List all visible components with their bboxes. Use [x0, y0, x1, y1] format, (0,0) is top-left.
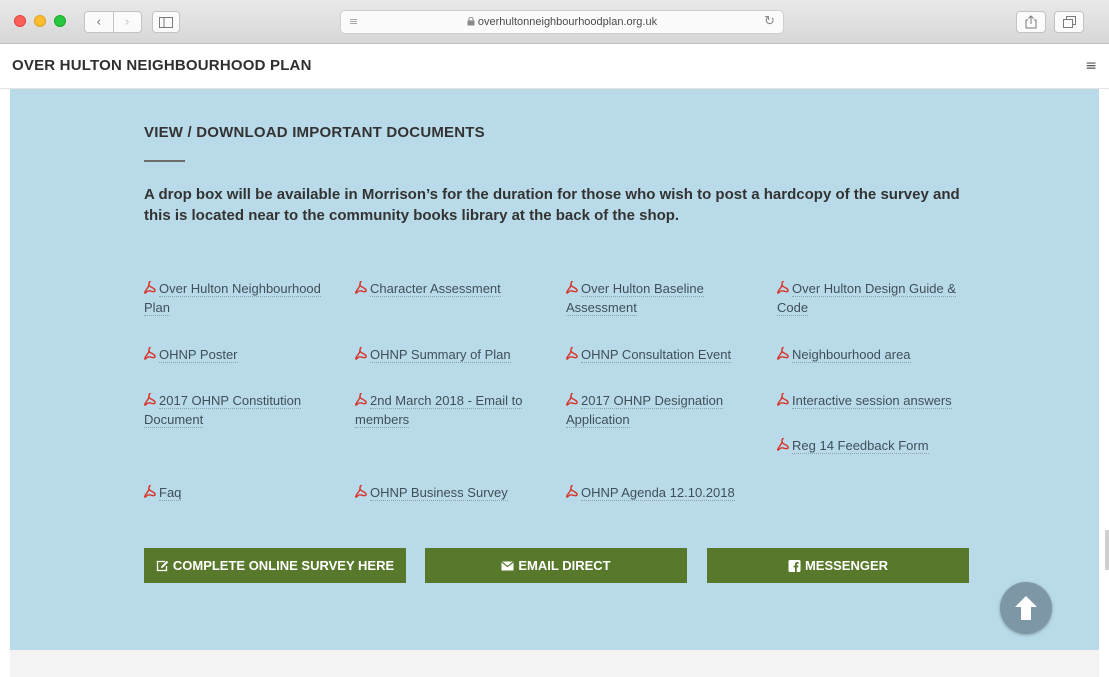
document-label: Neighbourhood area	[792, 347, 911, 363]
site-header: OVER HULTON NEIGHBOURHOOD PLAN ≡	[0, 44, 1109, 89]
pdf-icon	[144, 281, 156, 294]
pdf-icon	[355, 347, 367, 360]
heading-divider	[144, 160, 185, 162]
forward-button[interactable]: ›	[112, 12, 142, 32]
email-direct-label: EMAIL DIRECT	[518, 558, 611, 573]
documents-section: VIEW / DOWNLOAD IMPORTANT DOCUMENTS A dr…	[10, 89, 1099, 650]
pdf-icon	[144, 347, 156, 360]
pdf-icon	[777, 393, 789, 406]
pdf-icon	[566, 281, 578, 294]
document-link[interactable]: Character Assessment	[355, 279, 545, 298]
minimize-window-button[interactable]	[34, 15, 46, 27]
site-title[interactable]: OVER HULTON NEIGHBOURHOOD PLAN	[12, 57, 312, 74]
document-label: Over Hulton Baseline Assessment	[566, 281, 704, 316]
document-label: Reg 14 Feedback Form	[792, 438, 929, 454]
document-link[interactable]: Reg 14 Feedback Form	[777, 436, 977, 455]
document-label: Over Hulton Neighbourhood Plan	[144, 281, 321, 316]
document-label: OHNP Agenda 12.10.2018	[581, 485, 735, 501]
pdf-icon	[566, 347, 578, 360]
pdf-icon	[144, 485, 156, 498]
zoom-window-button[interactable]	[54, 15, 66, 27]
pdf-icon	[777, 281, 789, 294]
back-button[interactable]: ‹	[85, 12, 113, 32]
document-label: 2017 OHNP Constitution Document	[144, 393, 302, 428]
pdf-icon	[777, 438, 789, 451]
address-bar[interactable]: ≡ overhultonneighbourhoodplan.org.uk ↻	[340, 10, 784, 34]
document-label: OHNP Consultation Event	[581, 347, 732, 363]
messenger-button[interactable]: MESSENGER	[707, 548, 969, 583]
document-link[interactable]: OHNP Poster	[144, 345, 344, 364]
section-heading: VIEW / DOWNLOAD IMPORTANT DOCUMENTS	[144, 124, 485, 141]
edit-icon	[156, 560, 169, 571]
sidebar-icon	[159, 16, 173, 28]
document-link[interactable]: OHNP Business Survey	[355, 483, 555, 502]
document-label: OHNP Business Survey	[370, 485, 508, 501]
url-value: overhultonneighbourhoodplan.org.uk	[477, 16, 658, 28]
footer-area	[10, 650, 1099, 677]
document-link[interactable]: Over Hulton Baseline Assessment	[566, 279, 741, 317]
tabs-icon	[1062, 16, 1076, 28]
pdf-icon	[566, 393, 578, 406]
complete-survey-button[interactable]: COMPLETE ONLINE SURVEY HERE	[144, 548, 406, 583]
pdf-icon	[777, 347, 789, 360]
drop-box-notice: A drop box will be available in Morrison…	[144, 186, 960, 224]
close-window-button[interactable]	[14, 15, 26, 27]
pdf-icon	[355, 485, 367, 498]
document-label: Interactive session answers	[792, 393, 952, 409]
window-scrollbar[interactable]	[1105, 530, 1109, 570]
document-link[interactable]: 2017 OHNP Designation Application	[566, 391, 751, 429]
share-button[interactable]	[1016, 11, 1046, 33]
arrow-up-icon	[1015, 596, 1037, 620]
tabs-overview-button[interactable]	[1054, 11, 1084, 33]
email-direct-button[interactable]: EMAIL DIRECT	[425, 548, 687, 583]
document-label: 2017 OHNP Designation Application	[566, 393, 724, 428]
hamburger-menu-icon[interactable]: ≡	[1085, 58, 1097, 74]
pdf-icon	[144, 393, 156, 406]
pdf-icon	[355, 393, 367, 406]
complete-survey-label: COMPLETE ONLINE SURVEY HERE	[172, 558, 395, 573]
reload-icon[interactable]: ↻	[764, 14, 775, 29]
history-navigation: ‹ ›	[84, 11, 142, 33]
document-link[interactable]: Over Hulton Neighbourhood Plan	[144, 279, 344, 317]
document-label: Character Assessment	[370, 281, 501, 297]
document-link[interactable]: OHNP Summary of Plan	[355, 345, 555, 364]
document-link[interactable]: Faq	[144, 483, 344, 502]
pdf-icon	[566, 485, 578, 498]
document-label: OHNP Poster	[159, 347, 238, 363]
document-label: OHNP Summary of Plan	[370, 347, 511, 363]
sidebar-toggle-button[interactable]	[152, 11, 180, 33]
document-link[interactable]: Over Hulton Design Guide & Code	[777, 279, 977, 317]
document-label: Over Hulton Design Guide & Code	[777, 281, 957, 316]
document-link[interactable]: Interactive session answers	[777, 391, 977, 410]
share-icon	[1025, 15, 1037, 29]
facebook-icon	[788, 559, 801, 572]
lock-icon	[467, 16, 475, 26]
envelope-icon	[501, 560, 515, 570]
document-link[interactable]: 2nd March 2018 - Email to members	[355, 391, 545, 429]
document-link[interactable]: OHNP Agenda 12.10.2018	[566, 483, 766, 502]
back-to-top-button[interactable]	[1000, 582, 1052, 634]
document-label: Faq	[159, 485, 182, 501]
document-link[interactable]: 2017 OHNP Constitution Document	[144, 391, 329, 429]
document-label: 2nd March 2018 - Email to members	[355, 393, 523, 428]
pdf-icon	[355, 281, 367, 294]
document-link[interactable]: Neighbourhood area	[777, 345, 977, 364]
messenger-label: MESSENGER	[804, 558, 889, 573]
url-text: overhultonneighbourhoodplan.org.uk	[341, 16, 783, 28]
browser-toolbar: ‹ › ≡ overhultonneighbourhoodplan.org.uk…	[0, 0, 1109, 44]
document-link[interactable]: OHNP Consultation Event	[566, 345, 766, 364]
